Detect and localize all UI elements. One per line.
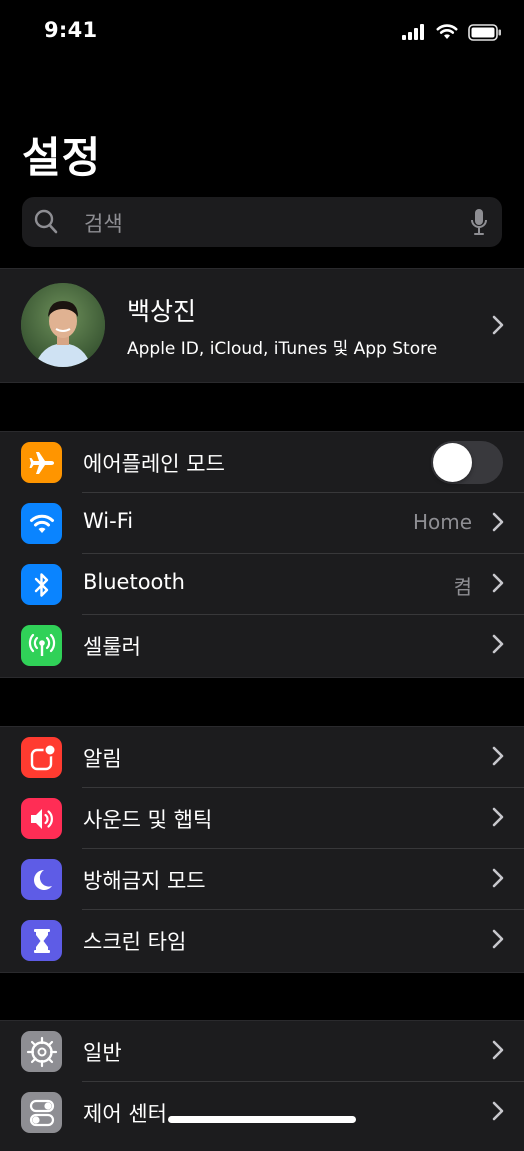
wifi-icon [21,503,62,544]
antenna-icon [21,625,62,666]
notifications-icon [21,737,62,778]
settings-row-bluetooth[interactable]: Bluetooth 켬 [0,554,524,615]
bluetooth-value: 켬 [453,575,472,599]
cellular-signal-icon [402,24,424,40]
battery-icon [468,23,501,41]
settings-row-sounds-haptics[interactable]: 사운드 및 햅틱 [0,788,524,849]
chevron-right-icon [492,512,504,532]
status-bar: 9:41 [0,0,524,64]
settings-row-do-not-disturb[interactable]: 방해금지 모드 [0,849,524,910]
bluetooth-label: Bluetooth [83,570,185,594]
toggle-knob [433,443,472,482]
general-label: 일반 [83,1041,122,1065]
settings-row-control-center[interactable]: 제어 센터 [0,1082,524,1143]
chevron-right-icon [492,929,504,949]
settings-row-wifi[interactable]: Wi-Fi Home [0,493,524,554]
cellular-label: 셀룰러 [83,635,141,659]
search-bar[interactable]: 검색 [22,197,502,247]
page-title: 설정 [22,133,102,182]
speaker-icon [21,798,62,839]
chevron-right-icon [492,746,504,766]
notifications-section: 알림 사운드 및 햅틱 방해금지 모드 스크린 타임 [0,726,524,973]
do-not-disturb-label: 방해금지 모드 [83,869,206,893]
control-center-label: 제어 센터 [83,1102,167,1126]
connectivity-section: 에어플레인 모드 Wi-Fi Home Bluetooth 켬 셀룰러 [0,431,524,678]
airplane-mode-toggle[interactable] [431,441,503,484]
wifi-value: Home [412,510,472,534]
gear-icon [21,1031,62,1072]
airplane-icon [21,442,62,483]
microphone-icon[interactable] [470,208,488,236]
chevron-right-icon [492,634,504,654]
chevron-right-icon [492,573,504,593]
general-section: 일반 제어 센터 [0,1020,524,1151]
settings-row-general[interactable]: 일반 [0,1021,524,1082]
home-indicator[interactable] [168,1116,356,1123]
bluetooth-icon [21,564,62,605]
notifications-label: 알림 [83,747,122,771]
airplane-mode-label: 에어플레인 모드 [83,452,225,476]
hourglass-icon [21,920,62,961]
settings-row-notifications[interactable]: 알림 [0,727,524,788]
screen-time-label: 스크린 타임 [83,930,187,954]
profile-subtitle: Apple ID, iCloud, iTunes 및 App Store [127,339,438,359]
settings-row-screen-time[interactable]: 스크린 타임 [0,910,524,971]
profile-name: 백상진 [127,297,197,326]
settings-row-airplane-mode[interactable]: 에어플레인 모드 [0,432,524,493]
chevron-right-icon [492,868,504,888]
switches-icon [21,1092,62,1133]
chevron-right-icon [492,1101,504,1121]
search-input[interactable]: 검색 [84,208,123,238]
wifi-label: Wi-Fi [83,509,134,533]
chevron-right-icon [492,1040,504,1060]
wifi-signal-icon [436,24,458,39]
status-time: 9:41 [44,18,98,42]
chevron-right-icon [492,315,504,335]
avatar [21,283,105,367]
settings-row-cellular[interactable]: 셀룰러 [0,615,524,676]
moon-icon [21,859,62,900]
sounds-haptics-label: 사운드 및 햅틱 [83,808,213,832]
apple-id-profile-row[interactable] [0,268,524,383]
status-icons [402,22,502,42]
search-icon [34,209,58,234]
chevron-right-icon [492,807,504,827]
